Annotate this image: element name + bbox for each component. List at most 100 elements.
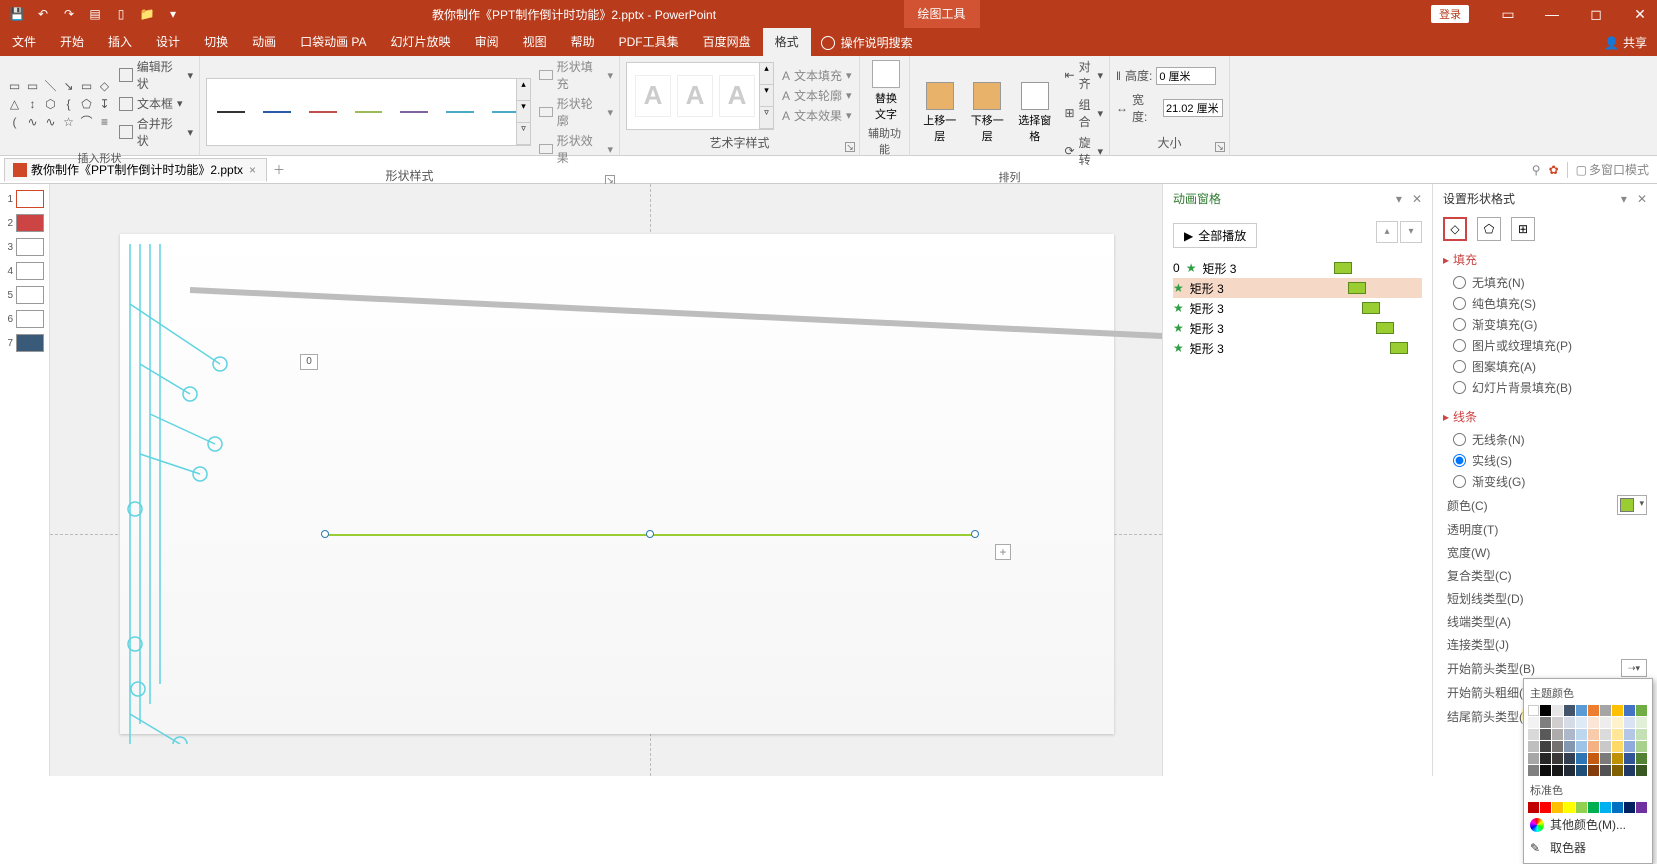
gallery-up-icon[interactable]: ▴ xyxy=(517,79,530,101)
shape-effects-button[interactable]: 形状效果 ▾ xyxy=(539,132,613,166)
redo-icon[interactable]: ↷ xyxy=(60,5,78,23)
resize-handle-right[interactable] xyxy=(971,530,979,538)
wa-up-icon[interactable]: ▴ xyxy=(760,63,773,85)
section-fill-header[interactable]: ▸ 填充 xyxy=(1443,251,1647,268)
tab-design[interactable]: 设计 xyxy=(144,28,192,56)
gallery-down-icon[interactable]: ▾ xyxy=(517,101,530,123)
alt-text-button[interactable]: 替换 文字 xyxy=(866,58,906,124)
minimize-icon[interactable]: — xyxy=(1535,6,1569,22)
fmt-pane-options-icon[interactable]: ▾ xyxy=(1621,192,1627,206)
opt-gradient-line[interactable]: 渐变线(G) xyxy=(1443,471,1647,492)
anim-item[interactable]: ★矩形 3 xyxy=(1173,278,1422,298)
shape-outline-button[interactable]: 形状轮廓 ▾ xyxy=(539,95,613,129)
text-box-button[interactable]: 文本框 ▾ xyxy=(119,95,193,112)
more-colors-button[interactable]: 其他颜色(M)... xyxy=(1528,813,1648,836)
opt-no-fill[interactable]: 无填充(N) xyxy=(1443,272,1647,293)
anim-item[interactable]: ★矩形 3 xyxy=(1173,318,1422,338)
anim-pane-options-icon[interactable]: ▾ xyxy=(1396,192,1402,206)
anim-pane-close-icon[interactable]: ✕ xyxy=(1412,192,1422,206)
wa-more-icon[interactable]: ▿ xyxy=(760,107,773,129)
opt-solid-fill[interactable]: 纯色填充(S) xyxy=(1443,293,1647,314)
anim-item[interactable]: ★矩形 3 xyxy=(1173,338,1422,358)
multiwindow-button[interactable]: ▢ 多窗口模式 xyxy=(1576,161,1649,178)
section-line-header[interactable]: ▸ 线条 xyxy=(1443,408,1647,425)
fmt-pane-close-icon[interactable]: ✕ xyxy=(1637,192,1647,206)
begin-arrow-type-button[interactable]: ⇢▾ xyxy=(1621,659,1647,677)
fill-line-tab-icon[interactable]: ◇ xyxy=(1443,217,1467,241)
opt-pattern-fill[interactable]: 图案填充(A) xyxy=(1443,356,1647,377)
anim-item[interactable]: ★矩形 3 xyxy=(1173,298,1422,318)
anim-item[interactable]: 0★矩形 3 xyxy=(1173,258,1422,278)
align-button[interactable]: ⇤对齐 ▾ xyxy=(1065,58,1103,92)
standard-color-grid[interactable] xyxy=(1528,802,1648,813)
tab-format[interactable]: 格式 xyxy=(763,28,811,56)
thumb-6[interactable]: 6 xyxy=(5,310,44,328)
height-input[interactable] xyxy=(1156,67,1216,85)
new-file-icon[interactable]: ▯ xyxy=(112,5,130,23)
tool-icon-1[interactable]: ⚲ xyxy=(1532,163,1541,177)
eyedropper-button[interactable]: ✎取色器 xyxy=(1528,836,1648,859)
tab-home[interactable]: 开始 xyxy=(48,28,96,56)
opt-no-line[interactable]: 无线条(N) xyxy=(1443,429,1647,450)
tab-animation[interactable]: 动画 xyxy=(240,28,288,56)
opt-solid-line[interactable]: 实线(S) xyxy=(1443,450,1647,471)
move-down-button[interactable]: ▾ xyxy=(1400,221,1422,243)
opt-picture-fill[interactable]: 图片或纹理填充(P) xyxy=(1443,335,1647,356)
login-button[interactable]: 登录 xyxy=(1431,5,1469,23)
shape-fill-button[interactable]: 形状填充 ▾ xyxy=(539,58,613,92)
resize-handle-mid[interactable] xyxy=(646,530,654,538)
text-effects-button[interactable]: A文本效果 ▾ xyxy=(782,107,852,124)
save-icon[interactable]: 💾 xyxy=(8,5,26,23)
send-backward-button[interactable]: 下移一层 xyxy=(964,80,1012,146)
shape-style-gallery[interactable]: ▴▾▿ xyxy=(206,78,531,146)
undo-icon[interactable]: ↶ xyxy=(34,5,52,23)
launcher-icon[interactable]: ↘ xyxy=(845,142,855,152)
rotate-button[interactable]: ⟳旋转 ▾ xyxy=(1065,134,1103,168)
thumb-2[interactable]: 2 xyxy=(5,214,44,232)
tab-pocket-anim[interactable]: 口袋动画 PA xyxy=(288,28,378,56)
text-fill-button[interactable]: A文本填充 ▾ xyxy=(782,67,852,84)
wordart-gallery[interactable]: AAA ▴▾▿ xyxy=(626,62,774,130)
ribbon-display-icon[interactable]: ▭ xyxy=(1491,6,1525,23)
tell-me[interactable]: 操作说明搜索 xyxy=(811,29,923,56)
text-outline-button[interactable]: A文本轮廓 ▾ xyxy=(782,87,852,104)
thumb-3[interactable]: 3 xyxy=(5,238,44,256)
slide[interactable] xyxy=(120,234,1114,734)
tab-file[interactable]: 文件 xyxy=(0,28,48,56)
tab-slideshow[interactable]: 幻灯片放映 xyxy=(379,28,463,56)
tool-icon-2[interactable]: ✿ xyxy=(1549,163,1559,177)
tab-view[interactable]: 视图 xyxy=(511,28,559,56)
move-up-button[interactable]: ▴ xyxy=(1376,221,1398,243)
shape-gallery[interactable]: ▭▭＼↘▭◇ △↕⬡{⬠↧ (∿∿☆⌒≡ xyxy=(6,77,113,130)
thumb-5[interactable]: 5 xyxy=(5,286,44,304)
wa-down-icon[interactable]: ▾ xyxy=(760,85,773,107)
start-from-beginning-icon[interactable]: ▤ xyxy=(86,5,104,23)
edit-shape-button[interactable]: 编辑形状 ▾ xyxy=(119,58,193,92)
opt-gradient-fill[interactable]: 渐变填充(G) xyxy=(1443,314,1647,335)
bring-forward-button[interactable]: 上移一层 xyxy=(916,80,964,146)
play-all-button[interactable]: ▶全部播放 xyxy=(1173,223,1257,248)
merge-shape-button[interactable]: 合并形状 ▾ xyxy=(119,115,193,149)
effects-tab-icon[interactable]: ⬠ xyxy=(1477,217,1501,241)
counter-box[interactable]: 0 xyxy=(300,354,318,370)
thumb-7[interactable]: 7 xyxy=(5,334,44,352)
gallery-more-icon[interactable]: ▿ xyxy=(517,123,530,145)
selection-pane-button[interactable]: 选择窗格 xyxy=(1011,80,1059,146)
group-button[interactable]: ⊞组合 ▾ xyxy=(1065,96,1103,130)
maximize-icon[interactable]: ◻ xyxy=(1579,6,1613,23)
tab-pdf[interactable]: PDF工具集 xyxy=(607,28,691,56)
add-handle[interactable]: + xyxy=(995,544,1011,560)
theme-color-grid[interactable] xyxy=(1528,705,1648,776)
thumb-1[interactable]: 1 xyxy=(5,190,44,208)
slide-canvas[interactable]: 0 + xyxy=(50,184,1162,776)
color-button[interactable] xyxy=(1617,495,1647,515)
qat-more-icon[interactable]: ▾ xyxy=(164,5,182,23)
tab-help[interactable]: 帮助 xyxy=(559,28,607,56)
share-button[interactable]: 👤 共享 xyxy=(1594,29,1657,56)
open-file-icon[interactable]: 📁 xyxy=(138,5,156,23)
tab-insert[interactable]: 插入 xyxy=(96,28,144,56)
tab-review[interactable]: 审阅 xyxy=(463,28,511,56)
launcher-icon[interactable]: ↘ xyxy=(1215,142,1225,152)
tab-baidu[interactable]: 百度网盘 xyxy=(691,28,763,56)
size-props-tab-icon[interactable]: ⊞ xyxy=(1511,217,1535,241)
